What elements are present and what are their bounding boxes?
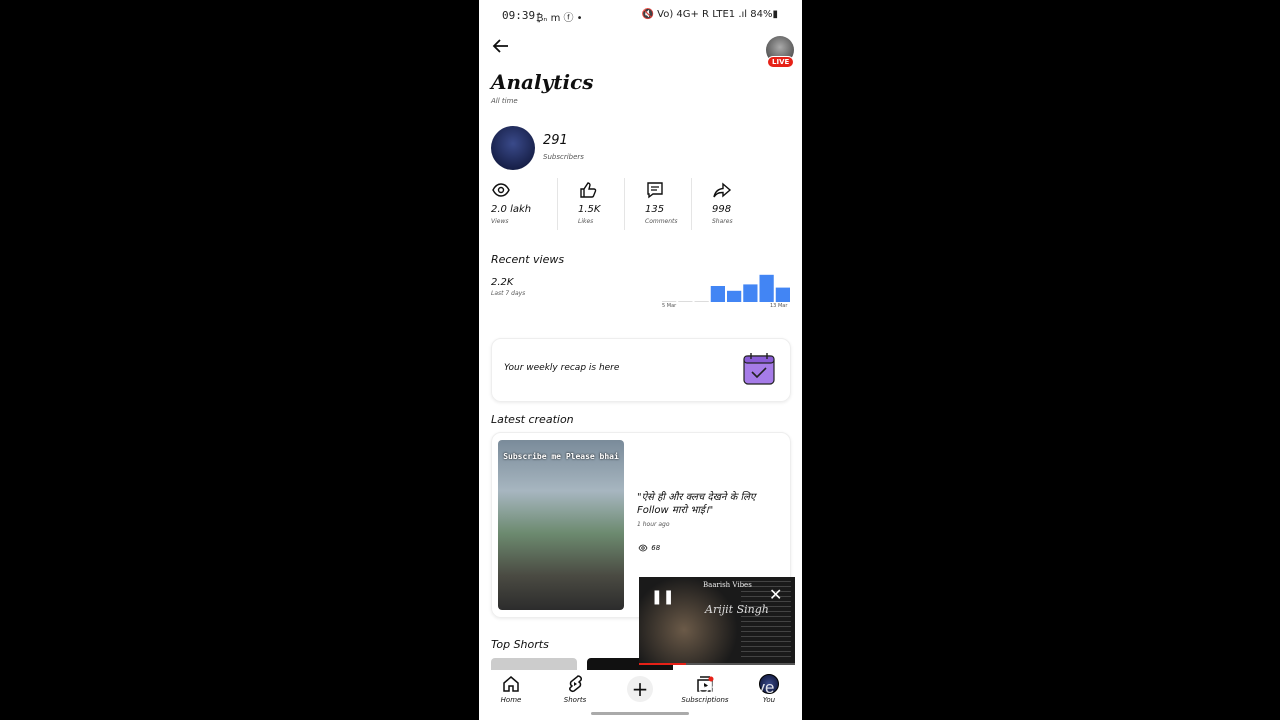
short-thumbnail[interactable] [491, 658, 577, 670]
chart-bar [710, 286, 725, 302]
recent-views-title: Recent views [491, 253, 565, 266]
video-thumbnail[interactable]: Subscribe me Please bhai [498, 440, 624, 610]
share-icon [713, 182, 732, 198]
phone-screen: 09:39 ₿ₙ m ⓕ • 🔇 Vo) 4G+ R LTE1 .ıl 84%▮… [479, 0, 802, 720]
stat-comments[interactable]: 135 Comments [625, 178, 692, 230]
page-title: Analytics [491, 70, 594, 94]
mini-player-tracklist [741, 581, 791, 661]
recent-views-value: 2.2K [491, 277, 514, 288]
create-icon[interactable]: + [627, 676, 653, 702]
shorts-icon [569, 675, 582, 692]
status-indicators: 🔇 Vo) 4G+ R LTE1 .ıl 84%▮ [641, 9, 779, 20]
mini-player-artist: Arijit Singh [705, 603, 769, 616]
pause-icon[interactable]: ❚❚ [651, 589, 674, 605]
thumbs-up-icon [580, 182, 597, 198]
eye-icon [492, 183, 510, 197]
thumbnail-overlay-text: Subscribe me Please bhai [503, 452, 619, 461]
calendar-check-icon [743, 353, 775, 385]
mini-player-progress[interactable] [639, 663, 795, 665]
chart-bar [694, 301, 709, 302]
subscriber-count: 291 [543, 133, 568, 148]
eye-icon [638, 544, 648, 552]
status-bar: 09:39 ₿ₙ m ⓕ • 🔇 Vo) 4G+ R LTE1 .ıl 84%▮ [479, 0, 802, 32]
chart-bar [775, 287, 790, 302]
watermark-logo-icon: ◬ [664, 678, 682, 697]
stat-label: Comments [645, 218, 678, 225]
stat-value: 135 [645, 204, 665, 215]
nav-shorts[interactable]: Shorts [550, 674, 600, 704]
recent-views-chart[interactable] [662, 270, 790, 304]
stat-likes[interactable]: 1.5K Likes [558, 178, 625, 230]
video-title: "ऐसे ही और क्लच देखने के लिए Follow मारो… [637, 492, 756, 516]
stat-views[interactable]: 2.0 lakh Views [491, 178, 558, 230]
chart-bar [662, 301, 677, 302]
comment-icon [647, 182, 663, 199]
home-indicator[interactable] [591, 712, 689, 715]
stat-value: 2.0 lakh [491, 204, 532, 215]
mini-player-caption: Baarish Vibes [703, 581, 752, 589]
chart-end-date: 13 Mar [770, 303, 788, 309]
chart-start-date: 5 Mar [662, 303, 677, 309]
video-view-count: 68 [651, 544, 661, 552]
recent-views-period: Last 7 days [491, 290, 526, 297]
stat-shares[interactable]: 998 Shares [692, 178, 758, 230]
stat-value: 998 [712, 204, 732, 215]
stat-label: Views [491, 218, 509, 225]
chart-bar [727, 290, 742, 302]
stream-watermark: ◬ BISHU_Live [664, 678, 774, 698]
latest-creation-title: Latest creation [491, 413, 574, 426]
chart-bar [743, 284, 758, 302]
video-views: 68 [637, 543, 660, 553]
nav-label: Shorts [563, 696, 587, 704]
subscriber-label: Subscribers [543, 153, 584, 161]
chart-bar [759, 274, 774, 302]
nav-label: Home [500, 696, 522, 704]
chart-bar [678, 301, 693, 302]
period-label: All time [491, 97, 518, 105]
channel-avatar[interactable] [491, 126, 535, 170]
status-notifications: ₿ₙ m ⓕ • [536, 13, 583, 24]
stats-row: 2.0 lakh Views 1.5K Likes 135 Comments 9… [491, 178, 791, 230]
mini-player[interactable]: Baarish Vibes Arijit Singh ❚❚ ✕ [639, 577, 795, 665]
status-time: 09:39 [502, 9, 536, 22]
weekly-recap-card[interactable]: Your weekly recap is here [491, 338, 791, 402]
close-icon[interactable]: ✕ [769, 585, 782, 604]
watermark-text: BISHU_Live [681, 678, 775, 697]
back-arrow-icon[interactable] [491, 36, 511, 56]
stat-value: 1.5K [578, 204, 601, 215]
home-icon [503, 676, 519, 692]
top-shorts-title: Top Shorts [491, 638, 549, 651]
video-time: 1 hour ago [637, 521, 670, 528]
stat-label: Likes [578, 218, 594, 225]
live-badge: LIVE [767, 56, 795, 68]
nav-home[interactable]: Home [486, 674, 536, 704]
stat-label: Shares [712, 218, 733, 225]
recap-text: Your weekly recap is here [504, 363, 620, 373]
